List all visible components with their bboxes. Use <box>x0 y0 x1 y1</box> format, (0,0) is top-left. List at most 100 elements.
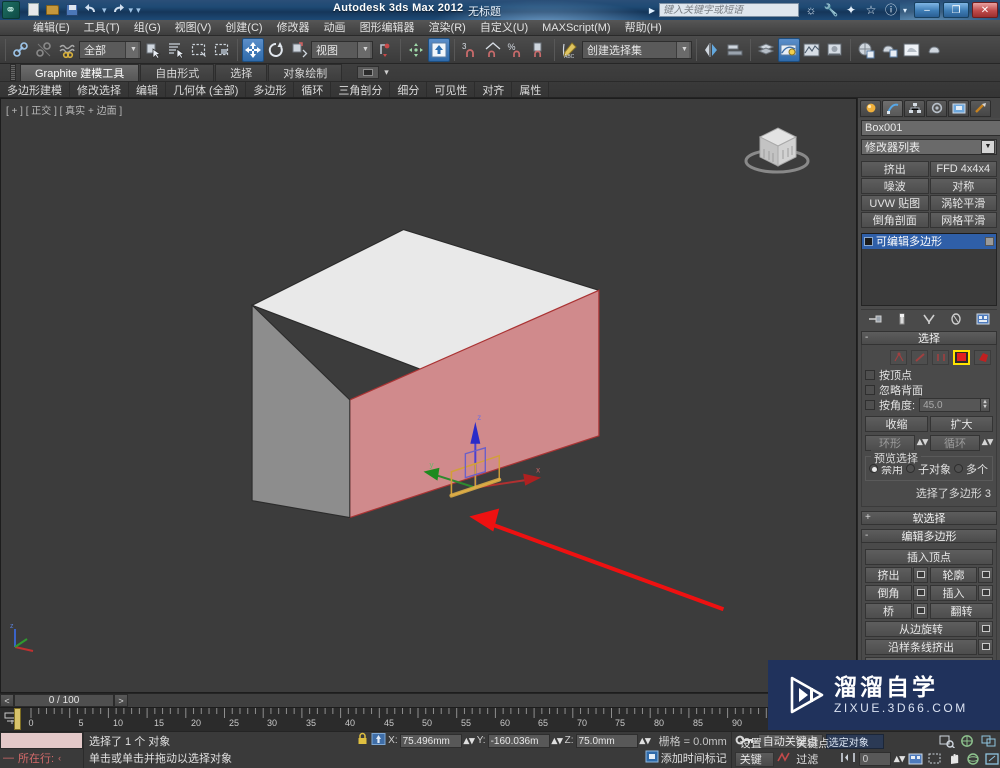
open-file-icon[interactable] <box>45 2 61 18</box>
schematic-view-icon[interactable] <box>801 38 823 62</box>
maximize-viewport-icon[interactable] <box>984 751 1000 767</box>
ribbon-panel-triangulation[interactable]: 三角剖分 <box>331 82 391 97</box>
modifier-stack-item-editable-poly[interactable]: 可编辑多边形 <box>862 233 996 249</box>
by-vertex-checkbox[interactable] <box>865 370 875 381</box>
motion-tab[interactable] <box>926 100 947 118</box>
minimize-button[interactable]: – <box>914 2 940 18</box>
reference-coordinate-system-dropdown[interactable]: 视图 ▼ <box>311 40 373 59</box>
utilities-tab[interactable] <box>970 100 991 118</box>
grow-button[interactable]: 扩大 <box>930 415 993 432</box>
select-and-rotate-icon[interactable] <box>265 38 287 62</box>
binoculars-icon[interactable]: ☼ <box>803 3 819 17</box>
modifier-bevel-profile-button[interactable]: 倒角剖面 <box>861 211 929 228</box>
preview-multiple-radio[interactable] <box>954 464 963 474</box>
inset-button[interactable]: 插入 <box>930 584 977 601</box>
extrude-button[interactable]: 挤出 <box>865 566 912 583</box>
edit-polygons-rollout-header[interactable]: - 编辑多边形 <box>861 528 997 543</box>
modifier-extrude-button[interactable]: 挤出 <box>861 160 929 177</box>
remove-modifier-icon[interactable] <box>949 312 964 326</box>
unlink-selection-icon[interactable] <box>33 38 55 62</box>
extrude-along-spline-button[interactable]: 沿样条线挤出 <box>865 638 977 655</box>
frame-number-field[interactable]: 0 <box>858 752 891 766</box>
ring-button[interactable]: 环形 <box>865 434 915 451</box>
rendered-frame-window-icon[interactable] <box>878 38 900 62</box>
display-tab[interactable] <box>948 100 969 118</box>
element-subobject-button[interactable] <box>974 349 991 365</box>
ring-spinner-icon[interactable]: ▴▾ <box>917 435 928 451</box>
menu-item-edit[interactable]: 编辑(E) <box>26 20 77 36</box>
render-production-icon[interactable] <box>901 38 923 62</box>
modifier-stack[interactable]: 可编辑多边形 <box>861 232 997 306</box>
angle-snap-toggle-icon[interactable] <box>482 38 504 62</box>
infocenter-caret-icon[interactable]: ▶ <box>649 6 655 15</box>
chevron-down-icon[interactable]: ▼ <box>981 139 995 154</box>
ribbon-panel-edit[interactable]: 编辑 <box>129 82 166 97</box>
ribbon-minimize-button[interactable] <box>357 66 380 79</box>
coord-x[interactable]: X: 75.496mm ▴▾ <box>388 733 475 748</box>
by-angle-row[interactable]: 按角度: 45.0 ▴ ▾ <box>865 398 993 413</box>
viewport-label[interactable]: [ + ] [ 正交 ] [ 真实 + 边面 ] <box>6 102 122 117</box>
percent-snap-toggle-icon[interactable]: % <box>505 38 527 62</box>
set-key-button[interactable]: 设置关键点 <box>734 738 775 767</box>
rollout-collapse-icon[interactable]: - <box>865 530 868 541</box>
ribbon-minimize-chevron-icon[interactable]: ▾ <box>384 67 389 78</box>
extrude-along-spline-settings-button[interactable] <box>978 638 993 655</box>
menu-item-customize[interactable]: 自定义(U) <box>473 20 535 36</box>
subscription-icon[interactable]: ✦ <box>843 3 859 17</box>
spinner-arrows-icon[interactable]: ▴▾ <box>464 734 475 747</box>
modifier-list-dropdown[interactable]: 修改器列表 ▼ <box>861 138 997 155</box>
spinner-arrows-icon[interactable]: ▴▾ <box>894 752 905 766</box>
spinner-arrows-icon[interactable]: ▴▾ <box>640 734 651 747</box>
bevel-button[interactable]: 倒角 <box>865 584 912 601</box>
by-vertex-row[interactable]: 按顶点 <box>865 368 993 383</box>
soft-selection-rollout-header[interactable]: + 软选择 <box>861 510 997 525</box>
by-angle-spinner[interactable]: 45.0 ▴ ▾ <box>919 398 991 413</box>
menu-item-tools[interactable]: 工具(T) <box>77 20 127 36</box>
selection-filter-dropdown[interactable]: 全部 ▼ <box>79 40 141 59</box>
ribbon-drag-handle[interactable] <box>10 64 16 81</box>
preview-off-radio[interactable] <box>869 464 878 474</box>
search-input[interactable]: 键入关键字或短语 <box>658 3 799 17</box>
modifier-symmetry-button[interactable]: 对称 <box>929 177 997 194</box>
ribbon-panel-subdivision[interactable]: 细分 <box>390 82 428 97</box>
close-button[interactable]: ✕ <box>972 2 998 18</box>
menu-item-group[interactable]: 组(G) <box>127 20 168 36</box>
modify-tab[interactable] <box>882 100 903 118</box>
modifier-meshsmooth-button[interactable]: 网格平滑 <box>929 211 997 228</box>
menu-item-graph-editors[interactable]: 图形编辑器 <box>353 20 422 36</box>
spinner-arrows-icon[interactable]: ▴▾ <box>552 734 563 747</box>
lock-selection-icon[interactable] <box>356 732 369 749</box>
undo-dropdown-icon[interactable]: ▾ <box>102 5 107 16</box>
create-tab[interactable] <box>860 100 881 118</box>
chevron-down-icon[interactable]: ▼ <box>125 41 138 58</box>
make-unique-icon[interactable] <box>921 312 936 326</box>
modifier-uvw-map-button[interactable]: UVW 贴图 <box>861 194 929 211</box>
ribbon-panel-properties[interactable]: 属性 <box>512 82 550 97</box>
coord-x-field[interactable]: 75.496mm <box>399 733 462 748</box>
select-object-icon[interactable] <box>142 38 164 62</box>
help-icon[interactable]: ⓘ <box>883 3 899 17</box>
key-nav-icon[interactable] <box>840 751 856 767</box>
loop-spinner-icon[interactable]: ▴▾ <box>982 435 993 451</box>
redo-dropdown-icon[interactable]: ▾ <box>129 5 134 16</box>
outline-button[interactable]: 轮廓 <box>930 566 977 583</box>
edge-subobject-button[interactable] <box>911 349 928 365</box>
ribbon-tab-object-paint[interactable]: 对象绘制 <box>268 64 343 81</box>
select-and-link-icon[interactable] <box>10 38 32 62</box>
zoom-all-icon[interactable] <box>958 733 977 749</box>
chevron-down-icon[interactable]: ▼ <box>357 41 370 58</box>
previous-frame-button[interactable]: < <box>0 694 14 707</box>
favorites-star-icon[interactable]: ☆ <box>863 3 879 17</box>
pan-hand-icon[interactable] <box>946 751 962 767</box>
modifier-noise-button[interactable]: 噪波 <box>861 177 929 194</box>
select-and-move-icon[interactable] <box>242 37 264 62</box>
viewport[interactable]: [ + ] [ 正交 ] [ 真实 + 边面 ] z x y z <box>0 98 857 693</box>
ribbon-panel-geometry-all[interactable]: 几何体 (全部) <box>166 82 247 97</box>
menu-item-create[interactable]: 创建(C) <box>218 20 269 36</box>
menu-item-maxscript[interactable]: MAXScript(M) <box>535 20 617 36</box>
render-iterative-icon[interactable] <box>924 38 946 62</box>
mirror-icon[interactable] <box>701 38 723 62</box>
menu-item-views[interactable]: 视图(V) <box>168 20 219 36</box>
vertex-subobject-button[interactable] <box>890 349 907 365</box>
ribbon-tab-graphite-modeling[interactable]: Graphite 建模工具 <box>20 64 140 81</box>
